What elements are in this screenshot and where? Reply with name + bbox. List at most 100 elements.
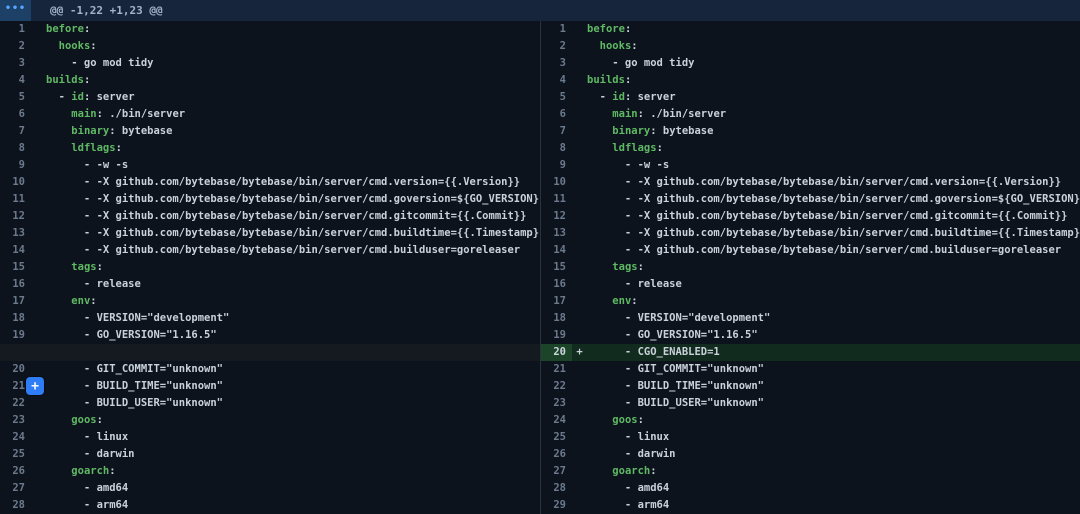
line-number[interactable]: 9 [541,157,572,174]
code-text: - -X github.com/bytebase/bytebase/bin/se… [46,174,540,191]
code-text: - VERSION="development" [46,310,540,327]
line-number[interactable]: 3 [0,55,31,72]
line-number[interactable]: 27 [0,480,31,497]
diff-pane-old: 1before:2 hooks:3 - go mod tidy4builds:5… [0,21,540,514]
line-marker [572,191,587,208]
code-text: env: [46,293,540,310]
code-text: - BUILD_USER="unknown" [587,395,1080,412]
line-number[interactable]: 7 [541,123,572,140]
line-marker [31,497,46,514]
diff-row: 21 - BUILD_TIME="unknown"+ [0,378,540,395]
line-number[interactable]: 21 [541,361,572,378]
line-marker [31,293,46,310]
line-marker [31,21,46,38]
code-text: - darwin [46,446,540,463]
line-number[interactable]: 25 [0,446,31,463]
line-number[interactable]: 3 [541,55,572,72]
line-number[interactable]: 8 [0,140,31,157]
line-marker [31,276,46,293]
line-number[interactable]: 7 [0,123,31,140]
line-number[interactable]: 19 [0,327,31,344]
line-number[interactable]: 4 [0,72,31,89]
line-number[interactable]: 16 [541,276,572,293]
diff-row: 18 - VERSION="development" [541,310,1080,327]
line-marker [31,208,46,225]
line-number[interactable]: 5 [541,89,572,106]
diff-row: 16 - release [541,276,1080,293]
line-marker [572,157,587,174]
line-number[interactable]: 26 [0,463,31,480]
line-number[interactable]: 11 [0,191,31,208]
code-text: - -X github.com/bytebase/bytebase/bin/se… [587,174,1080,191]
line-number[interactable]: 2 [541,38,572,55]
line-number[interactable]: 25 [541,429,572,446]
diff-row: 28 - arm64 [0,497,540,514]
code-text: - -X github.com/bytebase/bytebase/bin/se… [587,208,1080,225]
added-line-marker: + [572,344,587,361]
line-number[interactable]: 2 [0,38,31,55]
line-number[interactable]: 18 [541,310,572,327]
line-number[interactable]: 16 [0,276,31,293]
line-number[interactable]: 15 [541,259,572,276]
line-number[interactable]: 29 [541,497,572,514]
line-number[interactable]: 5 [0,89,31,106]
line-marker [572,225,587,242]
line-number[interactable]: 6 [0,106,31,123]
diff-row: 29 - arm64 [541,497,1080,514]
line-number[interactable]: 11 [541,191,572,208]
diff-added-row: 20+ - CGO_ENABLED=1 [541,344,1080,361]
line-number[interactable]: 10 [0,174,31,191]
line-number[interactable]: 13 [0,225,31,242]
line-number[interactable]: 13 [541,225,572,242]
line-number[interactable]: 6 [541,106,572,123]
line-marker [572,140,587,157]
expand-hunk-button[interactable]: ••• [0,0,31,21]
line-number[interactable]: 17 [541,293,572,310]
code-text: - darwin [587,446,1080,463]
diff-row: 27 goarch: [541,463,1080,480]
diff-row: 8 ldflags: [541,140,1080,157]
line-number[interactable]: 28 [541,480,572,497]
line-number[interactable]: 12 [541,208,572,225]
code-text: tags: [587,259,1080,276]
line-number[interactable]: 18 [0,310,31,327]
line-number[interactable]: 1 [541,21,572,38]
line-number[interactable]: 17 [0,293,31,310]
code-text: goos: [587,412,1080,429]
line-number[interactable]: 1 [0,21,31,38]
line-number[interactable]: 20 [541,344,572,361]
line-number[interactable]: 26 [541,446,572,463]
line-marker [31,242,46,259]
add-comment-button[interactable]: + [26,377,44,395]
code-text: - GIT_COMMIT="unknown" [587,361,1080,378]
line-marker [572,55,587,72]
line-number[interactable]: 27 [541,463,572,480]
line-number[interactable]: 19 [541,327,572,344]
line-number[interactable]: 23 [0,412,31,429]
line-number[interactable]: 23 [541,395,572,412]
line-marker [31,327,46,344]
line-number[interactable]: 20 [0,361,31,378]
line-number[interactable]: 14 [0,242,31,259]
line-number[interactable]: 4 [541,72,572,89]
line-number[interactable]: 8 [541,140,572,157]
line-number[interactable]: 14 [541,242,572,259]
line-number[interactable]: 10 [541,174,572,191]
line-number[interactable]: 15 [0,259,31,276]
line-marker [31,55,46,72]
code-text: before: [587,21,1080,38]
diff-row: 12 - -X github.com/bytebase/bytebase/bin… [541,208,1080,225]
code-text: - -X github.com/bytebase/bytebase/bin/se… [46,225,540,242]
line-number[interactable]: 24 [0,429,31,446]
line-number[interactable]: 22 [541,378,572,395]
diff-row: 12 - -X github.com/bytebase/bytebase/bin… [0,208,540,225]
diff-row: 26 - darwin [541,446,1080,463]
line-marker [31,191,46,208]
line-number[interactable]: 12 [0,208,31,225]
line-number[interactable]: 24 [541,412,572,429]
line-number[interactable]: 28 [0,497,31,514]
line-number[interactable]: 9 [0,157,31,174]
code-text: ldflags: [46,140,540,157]
line-number[interactable]: 22 [0,395,31,412]
code-text: - go mod tidy [587,55,1080,72]
